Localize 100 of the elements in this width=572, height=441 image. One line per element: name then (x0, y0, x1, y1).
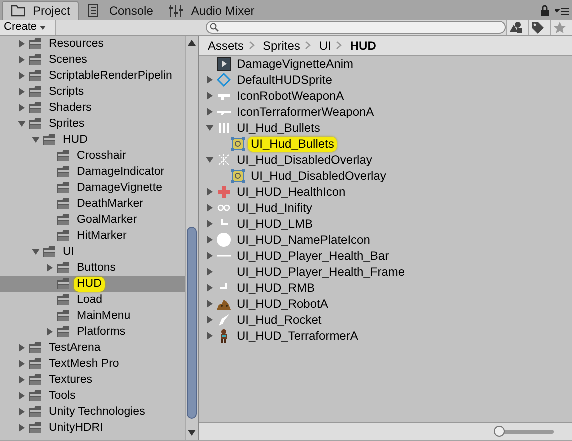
collapse-arrow-icon[interactable] (32, 137, 40, 143)
tree-item[interactable]: ScriptableRenderPipelin (46, 68, 176, 84)
tree-item[interactable]: UnityHDRI (46, 420, 106, 436)
tree-item[interactable]: DamageIndicator (74, 164, 168, 180)
tree-item[interactable]: Shaders (46, 100, 95, 116)
tag-button[interactable] (528, 20, 550, 35)
expand-arrow-icon[interactable] (18, 408, 24, 416)
breadcrumb-link[interactable]: HUD (350, 36, 376, 54)
tree-item[interactable]: UI (60, 244, 78, 260)
tree-item[interactable]: UI_Hud_DisabledOverlay (234, 152, 376, 168)
tree-item[interactable]: Textures (46, 372, 96, 388)
lock-icon[interactable] (540, 5, 550, 17)
expand-arrow-icon[interactable] (18, 376, 24, 384)
expand-arrow-icon[interactable] (206, 236, 212, 244)
diamond-icon (217, 73, 231, 87)
slider-thumb[interactable] (494, 426, 505, 436)
type-filter-icon (509, 21, 523, 34)
tree-item[interactable]: MainMenu (74, 308, 134, 324)
tree-item[interactable]: TestArena (46, 340, 104, 356)
tree-item[interactable]: UI_HUD_NamePlateIcon (234, 232, 374, 248)
tree-item[interactable]: Scenes (46, 52, 90, 68)
tree-item[interactable]: HUD (74, 276, 105, 292)
bars-icon (217, 121, 231, 135)
tree-item[interactable]: UI_Hud_Bullets (234, 120, 324, 136)
tree-item[interactable]: HUD (60, 132, 91, 148)
tree-item[interactable]: UI_Hud_Bullets (248, 136, 338, 152)
expand-arrow-icon[interactable] (18, 424, 24, 432)
tree-item[interactable]: DefaultHUDSprite (234, 72, 336, 88)
tree-item[interactable]: UI_HUD_RMB (234, 280, 318, 296)
collapse-arrow-icon[interactable] (206, 125, 214, 131)
type-filter-button[interactable] (506, 20, 528, 35)
expand-arrow-icon[interactable] (18, 40, 24, 48)
collapse-arrow-icon[interactable] (206, 157, 214, 163)
tree-item[interactable]: UI_Hud_Inifity (234, 200, 316, 216)
tree-item[interactable]: DamageVignette (74, 180, 166, 196)
scrollbar[interactable] (185, 36, 198, 440)
tree-item[interactable]: Sprites (46, 116, 88, 132)
breadcrumb-link[interactable]: UI (319, 36, 332, 54)
expand-arrow-icon[interactable] (18, 104, 24, 112)
tree-item[interactable]: UI_HUD_LMB (234, 216, 316, 232)
tree-item[interactable]: Resources (46, 36, 107, 52)
tree-item[interactable]: UI_Hud_Rocket (234, 312, 325, 328)
expand-arrow-icon[interactable] (206, 316, 212, 324)
expand-arrow-icon[interactable] (206, 92, 212, 100)
expand-arrow-icon[interactable] (206, 204, 212, 212)
tree-item[interactable]: UI_HUD_Player_Health_Frame (234, 264, 408, 280)
create-button[interactable]: Create (0, 20, 56, 35)
menu-icon[interactable] (555, 7, 569, 17)
tree-item[interactable]: UI_Hud_DisabledOverlay (248, 168, 390, 184)
expand-arrow-icon[interactable] (206, 252, 212, 260)
tab[interactable]: Audio Mixer (161, 1, 263, 20)
tab[interactable]: Project (2, 1, 80, 20)
expand-arrow-icon[interactable] (206, 268, 212, 276)
tree-item[interactable]: IconRobotWeaponA (234, 88, 348, 104)
expand-arrow-icon[interactable] (206, 188, 212, 196)
tree-item[interactable]: Crosshair (74, 148, 130, 164)
tree-item[interactable]: HitMarker (74, 228, 130, 244)
expand-arrow-icon[interactable] (46, 264, 52, 272)
tree-item[interactable]: Load (74, 292, 106, 308)
scroll-up-icon[interactable] (188, 40, 196, 46)
icon-size-slider[interactable] (496, 426, 554, 438)
tab[interactable]: Console (79, 1, 162, 20)
breadcrumb-link[interactable]: Sprites (263, 36, 300, 54)
star-button[interactable] (550, 20, 572, 35)
scroll-thumb[interactable] (187, 227, 197, 419)
tree-item[interactable]: IconTerraformerWeaponA (234, 104, 378, 120)
tree-item[interactable]: Tools (46, 388, 79, 404)
tree-item[interactable]: GoalMarker (74, 212, 140, 228)
folder-icon (29, 421, 43, 435)
expand-arrow-icon[interactable] (18, 360, 24, 368)
tree-item[interactable]: Platforms (74, 324, 129, 340)
tree-item[interactable]: UI_HUD_HealthIcon (234, 184, 349, 200)
folder-icon (57, 149, 71, 163)
collapse-arrow-icon[interactable] (18, 121, 26, 127)
expand-arrow-icon[interactable] (206, 220, 212, 228)
expand-arrow-icon[interactable] (206, 76, 212, 84)
tree-item[interactable]: UI_HUD_RobotA (234, 296, 332, 312)
collapse-arrow-icon[interactable] (32, 249, 40, 255)
expand-arrow-icon[interactable] (18, 88, 24, 96)
tree-item[interactable]: TextMesh Pro (46, 356, 122, 372)
expand-arrow-icon[interactable] (18, 392, 24, 400)
expand-arrow-icon[interactable] (46, 328, 52, 336)
expand-arrow-icon[interactable] (206, 108, 212, 116)
tree-item[interactable]: Unity Technologies (46, 404, 148, 420)
expand-arrow-icon[interactable] (18, 344, 24, 352)
search-field[interactable] (206, 21, 506, 34)
expand-arrow-icon[interactable] (206, 300, 212, 308)
expand-arrow-icon[interactable] (18, 72, 24, 80)
scroll-down-icon[interactable] (188, 430, 196, 436)
folder-icon (57, 261, 71, 275)
tree-item[interactable]: UI_HUD_TerraformerA (234, 328, 362, 344)
tree-item[interactable]: Scripts (46, 84, 88, 100)
breadcrumb-link[interactable]: Assets (208, 36, 244, 54)
tree-item[interactable]: Buttons (74, 260, 119, 276)
tree-item[interactable]: UI_HUD_Player_Health_Bar (234, 248, 392, 264)
tree-item[interactable]: DeathMarker (74, 196, 146, 212)
expand-arrow-icon[interactable] (206, 332, 212, 340)
expand-arrow-icon[interactable] (206, 284, 212, 292)
expand-arrow-icon[interactable] (18, 56, 24, 64)
tree-item[interactable]: DamageVignetteAnim (234, 56, 357, 72)
